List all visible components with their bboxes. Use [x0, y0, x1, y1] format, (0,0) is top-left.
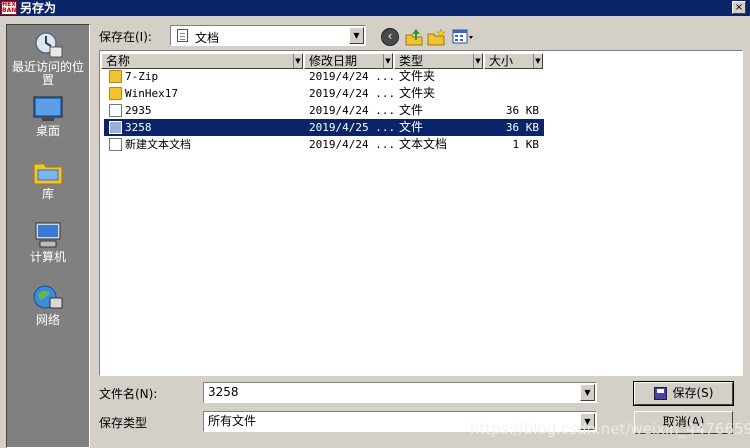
window-title: 另存为	[20, 1, 57, 15]
place-label: 桌面	[35, 124, 60, 138]
title-bar: HEX BAND 另存为 ×	[0, 0, 750, 16]
sort-dropdown-icon[interactable]: ▼	[383, 54, 392, 68]
chevron-down-icon[interactable]: ▼	[580, 384, 595, 401]
file-type: 文件	[399, 103, 424, 117]
file-date: 2019/4/24 ...	[309, 138, 396, 151]
file-type: 文本文档	[399, 137, 448, 151]
folder-icon	[109, 70, 122, 83]
place-libraries[interactable]: 库	[7, 158, 89, 201]
file-date: 2019/4/24 ...	[309, 70, 396, 83]
file-name: 2935	[125, 104, 152, 117]
libraries-icon	[33, 163, 63, 185]
folder-icon	[109, 87, 122, 100]
file-date: 2019/4/25 ...	[309, 121, 396, 134]
file-row[interactable]: 7-Zip 2019/4/24 ... 文件夹	[104, 68, 544, 85]
file-name: 7-Zip	[125, 70, 159, 83]
file-row-selected[interactable]: 3258 2019/4/25 ... 文件 36 KB	[104, 119, 544, 136]
place-label: 库	[41, 187, 54, 201]
file-name: WinHex17	[125, 87, 178, 100]
file-size: 36 KB	[505, 104, 539, 117]
save-button[interactable]: 保存(S)	[633, 381, 734, 406]
sort-dropdown-icon[interactable]: ▼	[533, 54, 542, 68]
file-type: 文件夹	[399, 86, 436, 100]
up-folder-icon[interactable]	[405, 28, 423, 46]
place-desktop[interactable]: 桌面	[7, 95, 89, 138]
column-header-size[interactable]: 大小 ▼	[484, 53, 543, 69]
file-name-value: 3258	[208, 385, 239, 399]
save-in-dropdown[interactable]: 文档 ▼	[170, 25, 366, 46]
save-in-value: 文档	[195, 31, 220, 45]
desktop-icon	[33, 96, 63, 121]
column-header-type[interactable]: 类型 ▼	[394, 53, 483, 69]
place-label: 计算机	[29, 250, 66, 264]
watermark: https://blog.csdn.net/weixin_44766590	[470, 420, 750, 438]
file-row[interactable]: 2935 2019/4/24 ... 文件 36 KB	[104, 102, 544, 119]
place-recent[interactable]: 最近访问的位置	[7, 31, 89, 87]
view-menu-icon[interactable]	[452, 28, 474, 46]
file-name-input[interactable]: 3258 ▼	[203, 382, 597, 403]
column-header-name[interactable]: 名称 ▼	[101, 53, 303, 69]
file-type-label: 保存类型	[99, 416, 148, 430]
sort-dropdown-icon[interactable]: ▼	[293, 54, 302, 68]
places-bar: 最近访问的位置 桌面 库 计算机 网络	[6, 24, 90, 448]
sort-dropdown-icon[interactable]: ▼	[473, 54, 482, 68]
place-label: 最近访问的位置	[11, 60, 84, 87]
file-date: 2019/4/24 ...	[309, 104, 396, 117]
file-name-label: 文件名(N):	[99, 387, 158, 401]
back-icon[interactable]: ‹	[381, 28, 399, 46]
new-folder-icon[interactable]	[427, 28, 445, 46]
column-label: 修改日期	[309, 54, 358, 68]
file-row[interactable]: WinHex17 2019/4/24 ... 文件夹	[104, 85, 544, 102]
recent-places-icon	[35, 32, 63, 58]
place-network[interactable]: 网络	[7, 284, 89, 327]
place-computer[interactable]: 计算机	[7, 221, 89, 264]
chevron-down-icon[interactable]: ▼	[349, 27, 364, 44]
winhex-app-icon: HEX BAND	[1, 1, 17, 15]
save-button-label: 保存(S)	[672, 386, 714, 400]
text-file-icon	[109, 138, 122, 151]
file-type: 文件夹	[399, 69, 436, 83]
file-list[interactable]: 名称 ▼ 修改日期 ▼ 类型 ▼ 大小 ▼ 7-Zip 2019/4/24 ..…	[99, 50, 743, 376]
document-icon	[177, 29, 188, 42]
file-type-value: 所有文件	[208, 414, 257, 428]
file-icon	[109, 121, 122, 134]
computer-icon	[35, 222, 61, 248]
file-size: 1 KB	[512, 138, 540, 151]
save-in-label: 保存在(I):	[99, 30, 152, 44]
file-type: 文件	[399, 120, 424, 134]
file-icon	[109, 104, 122, 117]
file-name: 3258	[125, 121, 152, 134]
column-header-date[interactable]: 修改日期 ▼	[304, 53, 393, 69]
file-name: 新建文本文档	[125, 138, 191, 151]
file-date: 2019/4/24 ...	[309, 87, 396, 100]
file-size: 36 KB	[505, 121, 539, 134]
place-label: 网络	[35, 313, 60, 327]
network-icon	[33, 285, 63, 309]
column-label: 名称	[106, 54, 131, 68]
file-row[interactable]: 新建文本文档 2019/4/24 ... 文本文档 1 KB	[104, 136, 544, 153]
floppy-disk-icon	[653, 387, 667, 400]
close-button[interactable]: ×	[732, 1, 746, 14]
column-label: 大小	[489, 54, 514, 68]
column-label: 类型	[399, 54, 424, 68]
